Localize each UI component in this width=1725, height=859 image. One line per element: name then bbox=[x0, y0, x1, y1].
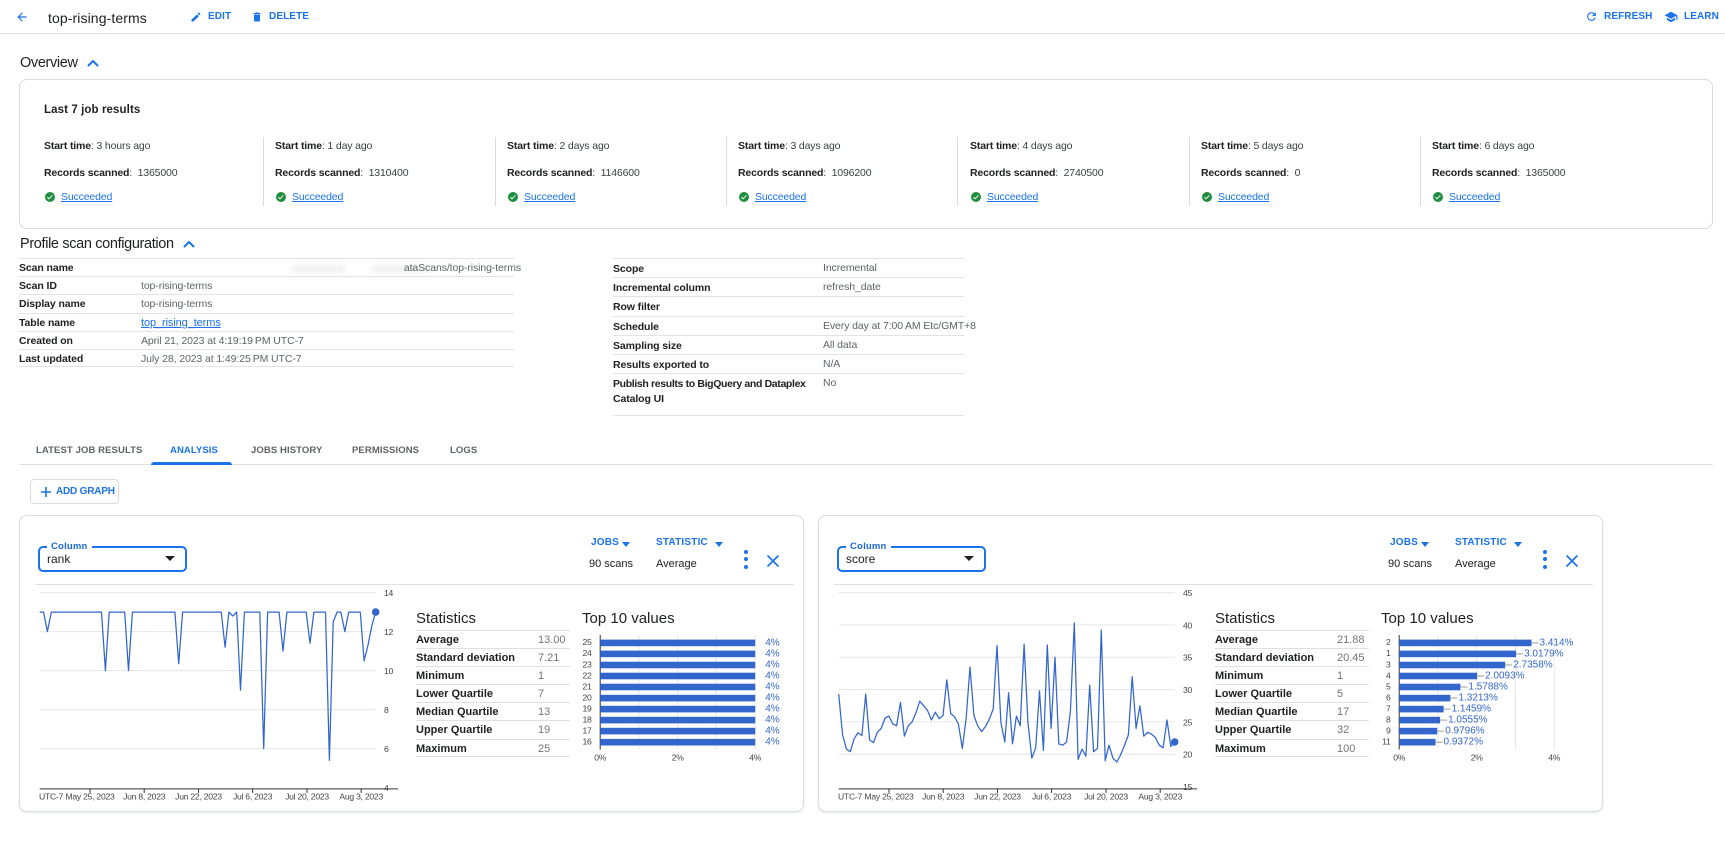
svg-text:7: 7 bbox=[1386, 703, 1391, 713]
svg-text:11: 11 bbox=[1382, 737, 1391, 747]
svg-text:Jul 6, 2023: Jul 6, 2023 bbox=[233, 792, 273, 802]
svg-text:Jun 22, 2023: Jun 22, 2023 bbox=[175, 792, 222, 802]
svg-text:2.0093%: 2.0093% bbox=[1485, 671, 1525, 682]
svg-text:UTC-7: UTC-7 bbox=[39, 792, 64, 802]
svg-text:17: 17 bbox=[582, 725, 592, 735]
svg-text:May 25, 2023: May 25, 2023 bbox=[65, 792, 115, 802]
svg-text:20: 20 bbox=[1183, 750, 1193, 760]
svg-text:2%: 2% bbox=[672, 753, 685, 763]
svg-text:25: 25 bbox=[582, 637, 592, 647]
svg-text:16: 16 bbox=[582, 737, 592, 747]
svg-text:4: 4 bbox=[384, 783, 389, 793]
svg-text:4%: 4% bbox=[765, 726, 780, 737]
svg-text:4%: 4% bbox=[749, 753, 762, 763]
svg-text:30: 30 bbox=[1183, 685, 1193, 695]
svg-text:3.414%: 3.414% bbox=[1540, 637, 1574, 648]
svg-text:3.0179%: 3.0179% bbox=[1524, 648, 1564, 659]
svg-text:3: 3 bbox=[1386, 659, 1391, 669]
svg-text:15: 15 bbox=[1183, 782, 1193, 792]
svg-text:6: 6 bbox=[1386, 692, 1391, 702]
svg-text:Aug 3, 2023: Aug 3, 2023 bbox=[339, 792, 383, 802]
svg-text:18: 18 bbox=[582, 714, 592, 724]
svg-text:May 25, 2023: May 25, 2023 bbox=[864, 792, 914, 802]
svg-text:2: 2 bbox=[1386, 637, 1391, 647]
svg-text:6: 6 bbox=[384, 744, 389, 754]
svg-text:1: 1 bbox=[1386, 648, 1391, 658]
svg-text:Jun 8, 2023: Jun 8, 2023 bbox=[123, 792, 166, 802]
svg-text:8: 8 bbox=[384, 705, 389, 715]
svg-text:4%: 4% bbox=[765, 682, 780, 693]
svg-text:14: 14 bbox=[384, 588, 394, 598]
svg-text:4: 4 bbox=[1386, 670, 1391, 680]
svg-text:25: 25 bbox=[1183, 717, 1193, 727]
svg-text:Jun 22, 2023: Jun 22, 2023 bbox=[974, 792, 1021, 802]
svg-text:UTC-7: UTC-7 bbox=[838, 792, 863, 802]
svg-text:24: 24 bbox=[582, 648, 592, 658]
svg-text:4%: 4% bbox=[765, 693, 780, 704]
svg-text:4%: 4% bbox=[1548, 753, 1561, 763]
svg-text:1.3213%: 1.3213% bbox=[1458, 693, 1498, 704]
svg-text:0%: 0% bbox=[1393, 753, 1406, 763]
svg-text:2%: 2% bbox=[1471, 753, 1484, 763]
svg-text:1.5788%: 1.5788% bbox=[1468, 682, 1508, 693]
svg-text:19: 19 bbox=[582, 703, 592, 713]
svg-text:Jul 20, 2023: Jul 20, 2023 bbox=[285, 792, 329, 802]
svg-text:1.0555%: 1.0555% bbox=[1448, 715, 1488, 726]
svg-text:35: 35 bbox=[1183, 653, 1193, 663]
svg-text:4%: 4% bbox=[765, 637, 780, 648]
svg-text:0%: 0% bbox=[594, 753, 607, 763]
svg-text:2.7358%: 2.7358% bbox=[1513, 660, 1553, 671]
svg-text:5: 5 bbox=[1386, 681, 1391, 691]
svg-text:4%: 4% bbox=[765, 648, 780, 659]
svg-text:Aug 3, 2023: Aug 3, 2023 bbox=[1138, 792, 1182, 802]
svg-text:1.1459%: 1.1459% bbox=[1452, 704, 1492, 715]
svg-text:4%: 4% bbox=[765, 660, 780, 671]
svg-text:0.9796%: 0.9796% bbox=[1445, 726, 1485, 737]
svg-text:45: 45 bbox=[1183, 588, 1193, 598]
svg-text:0.9372%: 0.9372% bbox=[1444, 737, 1484, 748]
svg-text:4%: 4% bbox=[765, 737, 780, 748]
svg-text:9: 9 bbox=[1386, 725, 1391, 735]
svg-text:Jul 20, 2023: Jul 20, 2023 bbox=[1084, 792, 1128, 802]
svg-text:23: 23 bbox=[582, 659, 592, 669]
svg-text:12: 12 bbox=[384, 627, 394, 637]
svg-text:8: 8 bbox=[1386, 714, 1391, 724]
svg-text:21: 21 bbox=[582, 681, 592, 691]
svg-text:4%: 4% bbox=[765, 704, 780, 715]
svg-text:4%: 4% bbox=[765, 715, 780, 726]
svg-text:Jul 6, 2023: Jul 6, 2023 bbox=[1032, 792, 1072, 802]
svg-text:Jun 8, 2023: Jun 8, 2023 bbox=[922, 792, 965, 802]
svg-text:10: 10 bbox=[384, 666, 394, 676]
svg-text:4%: 4% bbox=[765, 671, 780, 682]
svg-text:20: 20 bbox=[582, 692, 592, 702]
svg-text:22: 22 bbox=[582, 670, 592, 680]
svg-text:40: 40 bbox=[1183, 620, 1193, 630]
